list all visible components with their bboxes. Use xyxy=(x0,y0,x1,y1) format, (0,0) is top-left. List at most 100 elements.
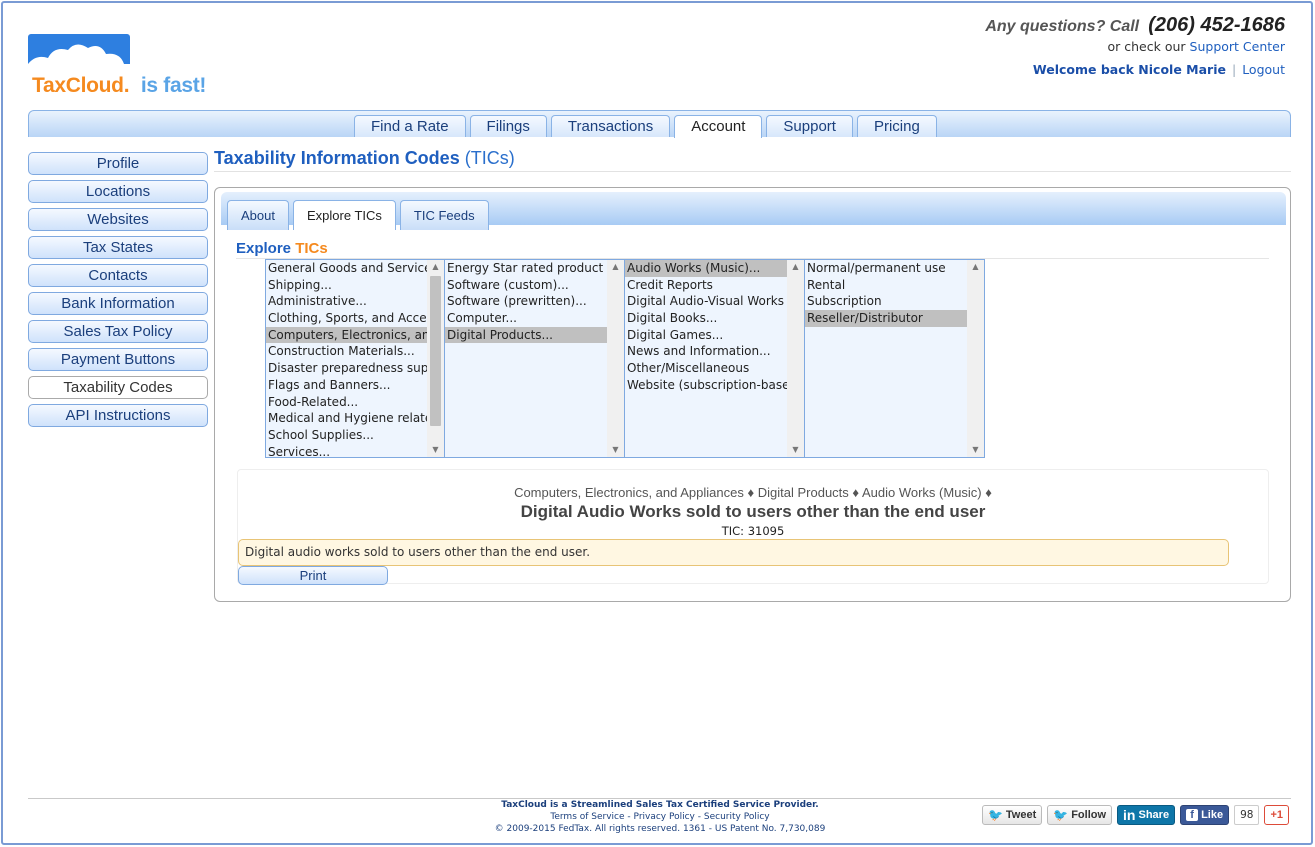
product-type-option[interactable]: Credit Reports xyxy=(625,277,787,294)
category-option[interactable]: Disaster preparedness suppl xyxy=(266,360,428,377)
like-label: Like xyxy=(1201,809,1224,821)
build-number: 1361 xyxy=(682,824,706,834)
tic-lists: General Goods and Services Shipping... Adm… xyxy=(265,259,985,458)
scroll-up-icon[interactable]: ▲ xyxy=(427,260,444,274)
category-option[interactable]: Shipping... xyxy=(266,277,428,294)
category-option[interactable]: School Supplies... xyxy=(266,427,428,444)
subcategory-option[interactable]: Digital Products... xyxy=(445,326,607,344)
sidebar-item-tax-states[interactable]: Tax States xyxy=(28,236,208,259)
product-type-option[interactable]: Other/Miscellaneous xyxy=(625,360,787,377)
sidebar-item-payment-buttons[interactable]: Payment Buttons xyxy=(28,348,208,371)
tab-pricing[interactable]: Pricing xyxy=(856,115,937,137)
taxcloud-logo[interactable]: TaxCloud. is fast! xyxy=(28,34,208,104)
privacy-link[interactable]: Privacy Policy xyxy=(634,812,695,822)
product-type-option[interactable]: Digital Audio-Visual Works xyxy=(625,293,787,310)
google-plus-button[interactable]: +1 xyxy=(1264,805,1289,825)
social-buttons: 🐦 Tweet 🐦 Follow in Share f Like 98 +1 xyxy=(981,805,1289,825)
tab-about[interactable]: About xyxy=(227,200,289,230)
tic-breadcrumb: Computers, Electronics, and Appliances ♦… xyxy=(238,485,1268,500)
sidebar-item-taxability-codes[interactable]: Taxability Codes xyxy=(28,376,208,399)
footer-dash: - xyxy=(708,824,712,834)
sidebar-item-locations[interactable]: Locations xyxy=(28,180,208,203)
security-link[interactable]: Security Policy xyxy=(704,812,770,822)
category-option[interactable]: Computers, Electronics, anc xyxy=(266,326,428,344)
scroll-down-icon[interactable]: ▼ xyxy=(967,443,984,457)
check-text: or check our xyxy=(1107,39,1186,54)
sidebar-item-bank-information[interactable]: Bank Information xyxy=(28,292,208,315)
category-option[interactable]: Clothing, Sports, and Acces xyxy=(266,310,428,327)
tweet-button[interactable]: 🐦 Tweet xyxy=(981,805,1043,825)
product-type-option[interactable]: News and Information... xyxy=(625,343,787,360)
main-nav: Find a Rate Filings Transactions Account… xyxy=(354,115,937,138)
tab-support[interactable]: Support xyxy=(766,115,853,137)
tic-panel: About Explore TICs TIC Feeds Explore TIC… xyxy=(214,187,1291,602)
category-option[interactable]: Administrative... xyxy=(266,293,428,310)
breadcrumb-item: Digital Products xyxy=(757,485,849,500)
sidebar-item-contacts[interactable]: Contacts xyxy=(28,264,208,287)
tab-tic-feeds[interactable]: TIC Feeds xyxy=(399,200,489,230)
follow-label: Follow xyxy=(1071,809,1107,821)
facebook-like-button[interactable]: f Like xyxy=(1180,805,1230,825)
contact-info: Any questions? Call (206) 452-1686 or ch… xyxy=(985,14,1285,77)
logout-link[interactable]: Logout xyxy=(1242,62,1285,77)
tab-transactions[interactable]: Transactions xyxy=(550,115,671,137)
subcategory-list[interactable]: Energy Star rated product Software (custo… xyxy=(445,259,625,458)
product-type-list[interactable]: Audio Works (Music)... Credit Reports Digi… xyxy=(625,259,805,458)
category-list[interactable]: General Goods and Services Shipping... Adm… xyxy=(265,259,445,458)
terms-link[interactable]: Terms of Service xyxy=(550,812,624,822)
cloud-logo-icon xyxy=(28,34,130,72)
category-option[interactable]: General Goods and Services xyxy=(266,260,428,277)
scroll-up-icon[interactable]: ▲ xyxy=(787,260,804,274)
scroll-thumb[interactable] xyxy=(430,276,441,426)
subcategory-option[interactable]: Software (prewritten)... xyxy=(445,293,607,310)
usage-list-scrollbar[interactable]: ▲ ▼ xyxy=(967,260,984,457)
subcategory-option[interactable]: Energy Star rated product xyxy=(445,260,607,277)
brand-tagline: is fast! xyxy=(140,74,207,97)
follow-button[interactable]: 🐦 Follow xyxy=(1047,805,1113,825)
category-option[interactable]: Construction Materials... xyxy=(266,343,428,360)
usage-list[interactable]: Normal/permanent use Rental Subscription Re… xyxy=(805,259,985,458)
title-divider xyxy=(214,171,1291,172)
subtab-bar: About Explore TICs TIC Feeds xyxy=(221,192,1286,230)
subcategory-option[interactable]: Software (custom)... xyxy=(445,277,607,294)
category-option[interactable]: Flags and Banners... xyxy=(266,377,428,394)
category-option[interactable]: Services... xyxy=(266,444,428,457)
twitter-bird-icon: 🐦 xyxy=(987,808,1003,822)
scroll-down-icon[interactable]: ▼ xyxy=(427,443,444,457)
sidebar-item-sales-tax-policy[interactable]: Sales Tax Policy xyxy=(28,320,208,343)
tab-explore-tics[interactable]: Explore TICs xyxy=(292,200,396,230)
product-type-list-scrollbar[interactable]: ▲ ▼ xyxy=(787,260,804,457)
category-option[interactable]: Food-Related... xyxy=(266,394,428,411)
tic-code: TIC: 31095 xyxy=(721,524,785,538)
sidebar-item-profile[interactable]: Profile xyxy=(28,152,208,175)
scroll-down-icon[interactable]: ▼ xyxy=(607,443,624,457)
sidebar-item-api-instructions[interactable]: API Instructions xyxy=(28,404,208,427)
category-option[interactable]: Medical and Hygiene relate xyxy=(266,410,428,427)
usage-option[interactable]: Reseller/Distributor xyxy=(805,310,967,327)
sidebar-item-websites[interactable]: Websites xyxy=(28,208,208,231)
print-button[interactable]: Print xyxy=(238,566,388,585)
scroll-down-icon[interactable]: ▼ xyxy=(787,443,804,457)
usage-option[interactable]: Rental xyxy=(805,277,967,294)
linkedin-share-button[interactable]: in Share xyxy=(1117,805,1176,825)
product-type-option[interactable]: Digital Books... xyxy=(625,310,787,327)
product-type-option[interactable]: Website (subscription-basec xyxy=(625,377,787,394)
tic-description: Digital audio works sold to users other … xyxy=(238,539,1229,566)
product-type-option[interactable]: Digital Games... xyxy=(625,327,787,344)
support-center-link[interactable]: Support Center xyxy=(1190,39,1285,54)
footer: TaxCloud is a Streamlined Sales Tax Cert… xyxy=(480,799,840,835)
usage-option[interactable]: Subscription xyxy=(805,293,967,310)
tab-filings[interactable]: Filings xyxy=(469,115,547,137)
subcategory-option[interactable]: Computer... xyxy=(445,310,607,327)
subcategory-list-scrollbar[interactable]: ▲ ▼ xyxy=(607,260,624,457)
tic-detail: Computers, Electronics, and Appliances ♦… xyxy=(237,469,1269,585)
scroll-up-icon[interactable]: ▲ xyxy=(607,260,624,274)
product-type-option[interactable]: Audio Works (Music)... xyxy=(625,260,787,277)
welcome-text: Welcome back Nicole Marie xyxy=(1032,62,1226,77)
scroll-up-icon[interactable]: ▲ xyxy=(967,260,984,274)
tab-account[interactable]: Account xyxy=(674,115,763,138)
usage-option[interactable]: Normal/permanent use xyxy=(805,260,967,277)
category-list-scrollbar[interactable]: ▲ ▼ xyxy=(427,260,444,457)
tab-find-a-rate[interactable]: Find a Rate xyxy=(354,115,466,137)
page-title-text: Taxability Information Codes xyxy=(214,148,460,168)
